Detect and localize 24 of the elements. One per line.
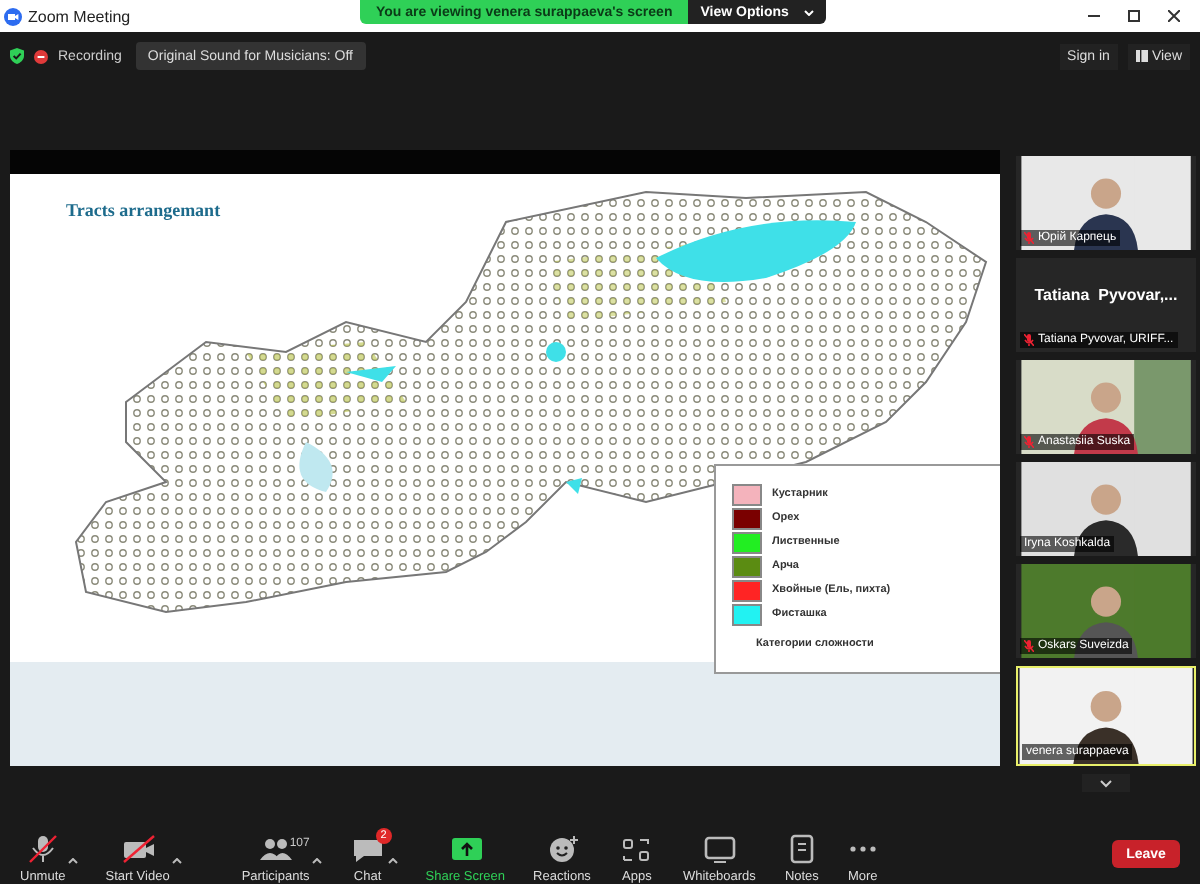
- participant-display-name: Tatiana Pyvovar,...: [1032, 286, 1180, 304]
- shield-icon[interactable]: [10, 48, 24, 64]
- chat-icon: [349, 834, 386, 864]
- apps-icon: [618, 834, 655, 864]
- more-icon: [849, 846, 876, 852]
- share-screen-icon: [447, 834, 484, 864]
- video-off-icon: [119, 834, 156, 864]
- muted-mic-icon: [24, 834, 61, 864]
- caret-up-icon: [387, 858, 398, 864]
- caret-up-icon: [311, 858, 322, 864]
- minimize-icon[interactable]: [1088, 10, 1100, 22]
- window-title: Zoom Meeting: [28, 7, 131, 25]
- participants-icon: [257, 834, 294, 864]
- caret-up-icon: [171, 858, 182, 864]
- layout-icon: [1135, 50, 1148, 62]
- close-icon[interactable]: [1168, 10, 1180, 22]
- maximize-icon[interactable]: [1128, 10, 1140, 22]
- whiteboard-icon: [701, 834, 738, 864]
- slide-title: Tracts arrangemant: [66, 200, 221, 220]
- recording-icon: [34, 49, 48, 63]
- caret-up-icon: [67, 858, 78, 864]
- chevron-down-icon: [1100, 779, 1112, 787]
- chevron-down-icon: [804, 9, 815, 15]
- scroll-down-button[interactable]: [1082, 774, 1130, 792]
